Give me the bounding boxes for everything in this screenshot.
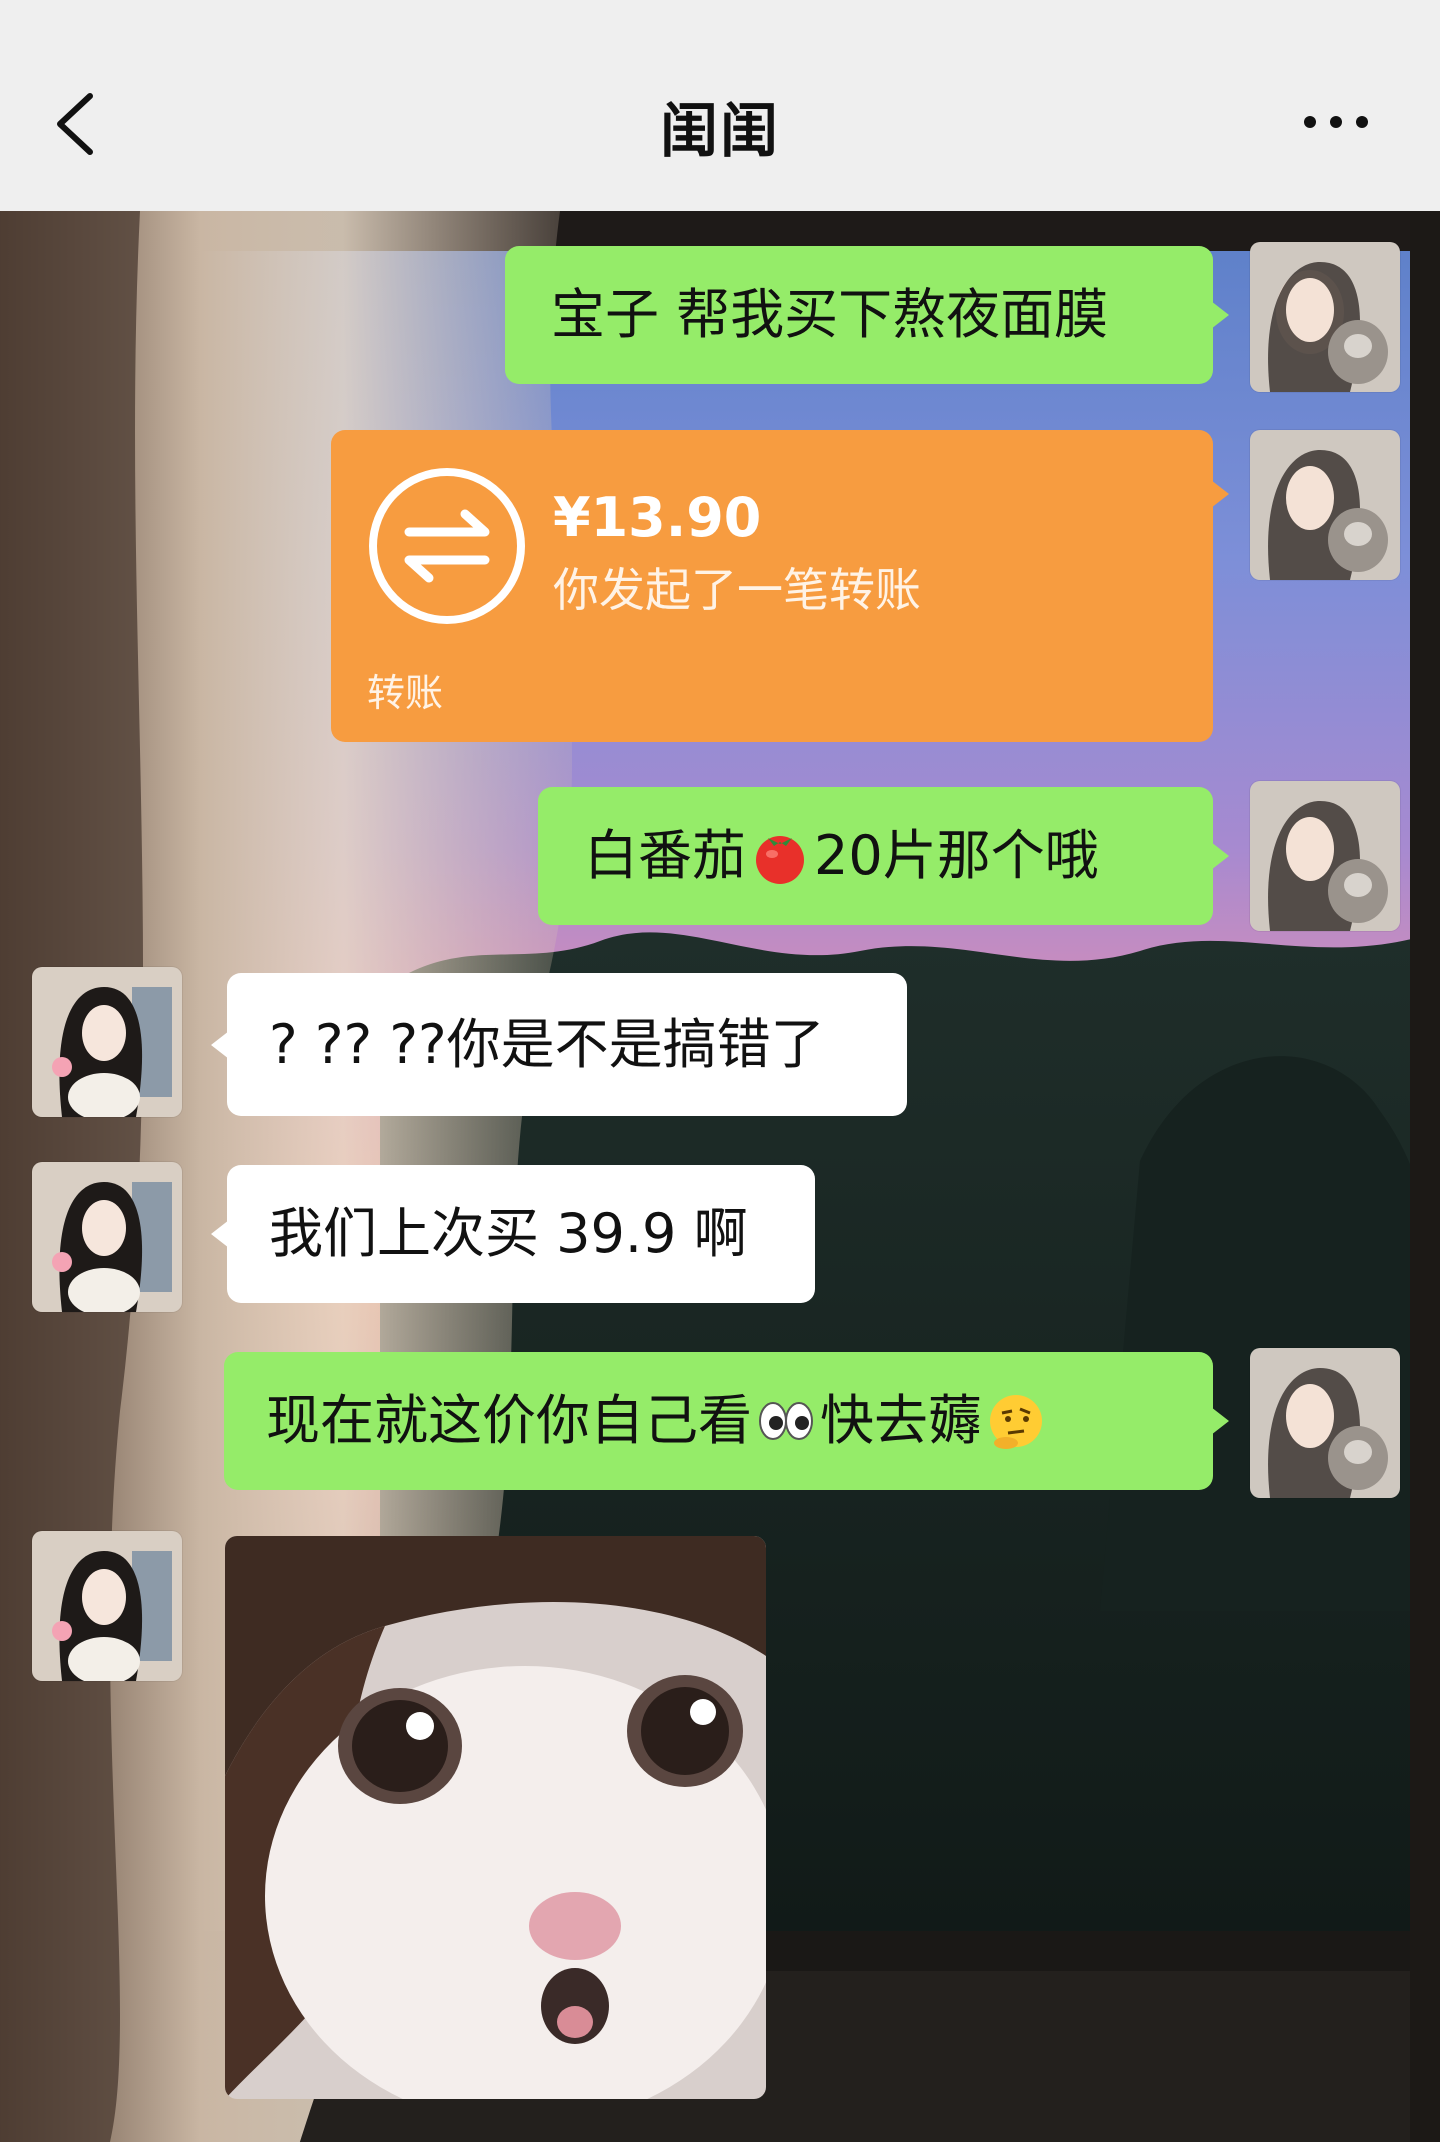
transfer-arrows-icon	[369, 468, 525, 624]
friend-avatar[interactable]	[32, 967, 182, 1117]
chat-header: 闺闺	[0, 0, 1440, 211]
friend-avatar[interactable]	[32, 1162, 182, 1312]
my-avatar[interactable]	[1250, 242, 1400, 392]
more-dots-icon[interactable]	[1300, 110, 1372, 134]
my-avatar[interactable]	[1250, 1348, 1400, 1498]
surprised-cat-sticker[interactable]	[225, 1536, 766, 2099]
transfer-amount: ¥13.90	[553, 486, 762, 549]
friend-avatar[interactable]	[32, 1531, 182, 1681]
message-text: 我们上次买 39.9 啊	[269, 1202, 748, 1265]
chat-title: 闺闺	[659, 97, 780, 165]
transfer-description: 你发起了一笔转账	[553, 563, 921, 617]
message-bubble-self[interactable]: 白番茄 20片那个哦	[538, 787, 1229, 925]
message-text: ? ?? ??你是不是搞错了	[269, 1012, 825, 1076]
message-text: 白番茄	[584, 824, 746, 887]
message-text: 快去薅	[820, 1389, 982, 1452]
message-text: 20片那个哦	[814, 824, 1099, 887]
message-bubble-friend[interactable]: 我们上次买 39.9 啊	[211, 1165, 815, 1303]
my-avatar[interactable]	[1250, 781, 1400, 931]
transfer-label: 转账	[367, 671, 444, 715]
message-bubble-self[interactable]: 宝子 帮我买下熬夜面膜	[505, 246, 1229, 384]
tomato-emoji	[756, 836, 804, 884]
message-text: 宝子 帮我买下熬夜面膜	[551, 283, 1109, 346]
transfer-card[interactable]: ¥13.90 你发起了一笔转账 转账	[331, 430, 1229, 742]
message-bubble-self[interactable]: 现在就这价你自己看 快去薅	[224, 1352, 1229, 1490]
message-bubble-friend[interactable]: ? ?? ??你是不是搞错了	[211, 973, 907, 1116]
message-text: 现在就这价你自己看	[266, 1389, 752, 1452]
thinking-emoji	[990, 1395, 1042, 1449]
eyes-emoji	[759, 1402, 813, 1440]
my-avatar[interactable]	[1250, 430, 1400, 580]
